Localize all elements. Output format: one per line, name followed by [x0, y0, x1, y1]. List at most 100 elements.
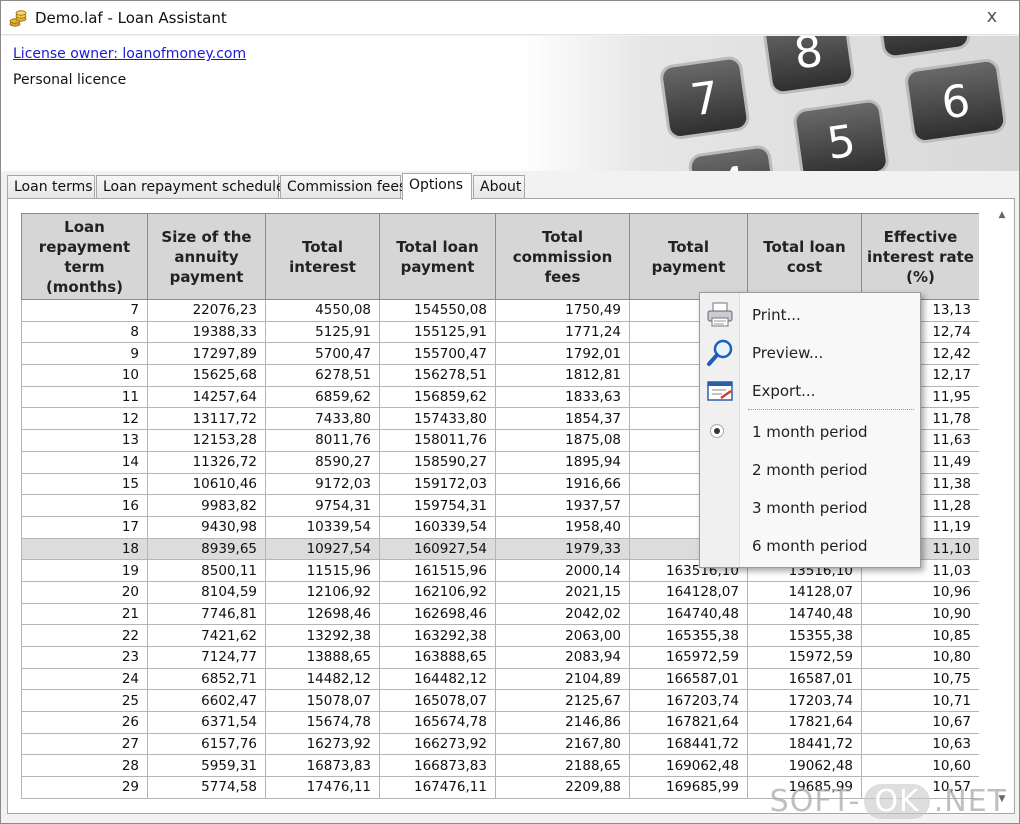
table-cell: 6371,54 — [147, 711, 266, 734]
menu-item-6-month-period[interactable]: 6 month period — [700, 528, 920, 564]
table-row[interactable]: 20 8104,59 12106,92 162106,92 2021,15 164128,… — [21, 580, 979, 604]
table-cell: 14257,64 — [147, 385, 266, 409]
table-cell: 2209,88 — [495, 776, 630, 799]
table-cell: 8590,27 — [265, 450, 380, 474]
table-cell: 18 — [21, 537, 148, 561]
table-row[interactable]: 26 6371,54 15674,78 165674,78 2146,86 167821,… — [21, 711, 979, 734]
tab-loan-terms[interactable]: Loan terms — [7, 175, 95, 199]
tab-about[interactable]: About — [473, 175, 525, 199]
table-cell: 156278,51 — [379, 364, 496, 387]
table-cell: 9172,03 — [265, 472, 380, 496]
table-cell: 19 — [21, 559, 148, 582]
table-cell: 22076,23 — [147, 299, 266, 322]
menu-item-3-month-period[interactable]: 3 month period — [700, 490, 920, 526]
column-header[interactable]: Total payment — [629, 213, 748, 300]
table-row[interactable]: 24 6852,71 14482,12 164482,12 2104,89 166587,… — [21, 667, 979, 691]
table-cell: 158011,76 — [379, 429, 496, 452]
column-header[interactable]: Total interest — [265, 213, 380, 300]
table-cell: 12153,28 — [147, 429, 266, 452]
table-row[interactable]: 25 6602,47 15078,07 165078,07 2125,67 167203,… — [21, 689, 979, 713]
tab-label: About — [480, 179, 522, 195]
license-owner-link[interactable]: License owner: loanofmoney.com — [13, 46, 246, 62]
table-cell: 15674,78 — [265, 711, 380, 734]
tab-label: Loan terms — [14, 179, 93, 195]
table-cell: 169062,48 — [629, 754, 748, 778]
column-header[interactable]: Total commission fees — [495, 213, 630, 300]
table-cell: 7746,81 — [147, 602, 266, 626]
table-row[interactable]: 27 6157,76 16273,92 166273,92 2167,80 168441,… — [21, 732, 979, 756]
table-cell: 17476,11 — [265, 776, 380, 799]
menu-item-print[interactable]: Print... — [700, 297, 920, 333]
calc-key: 8 — [791, 36, 826, 80]
table-cell: 10,75 — [861, 667, 979, 691]
menu-item-label: Export... — [752, 382, 816, 400]
coins-icon — [9, 10, 27, 27]
table-cell: 10339,54 — [265, 515, 380, 539]
table-cell: 161515,96 — [379, 559, 496, 582]
table-row[interactable]: 28 5959,31 16873,83 166873,83 2188,65 169062,… — [21, 754, 979, 778]
license-type-label: Personal licence — [13, 72, 127, 88]
table-cell: 9 — [21, 342, 148, 366]
menu-item-label: Preview... — [752, 344, 824, 362]
tab-loan-repayment-schedule[interactable]: Loan repayment schedule — [96, 175, 285, 199]
table-cell: 163292,38 — [379, 624, 496, 647]
window-title: Demo.laf - Loan Assistant — [35, 9, 227, 27]
menu-item-label: 1 month period — [752, 423, 868, 441]
table-row[interactable]: 22 7421,62 13292,38 163292,38 2063,00 165355,… — [21, 624, 979, 647]
table-cell: 10927,54 — [265, 537, 380, 561]
table-cell: 1958,40 — [495, 515, 630, 539]
table-cell: 17 — [21, 515, 148, 539]
table-cell: 16273,92 — [265, 732, 380, 756]
title-bar[interactable]: Demo.laf - Loan Assistant x — [1, 1, 1019, 35]
close-button[interactable]: x — [977, 3, 1007, 31]
vertical-scrollbar[interactable]: ▲ ▼ — [994, 207, 1010, 807]
tab-commission-fees[interactable]: Commission fees — [280, 175, 406, 199]
table-cell: 8 — [21, 320, 148, 344]
table-cell: 17821,64 — [747, 711, 862, 734]
table-cell: 13292,38 — [265, 624, 380, 647]
column-header[interactable]: Total loan payment — [379, 213, 496, 300]
column-header[interactable]: Loan repayment term (months) — [21, 213, 148, 300]
tab-label: Options — [409, 177, 464, 193]
table-cell: 10,90 — [861, 602, 979, 626]
menu-item-preview[interactable]: Preview... — [700, 335, 920, 371]
table-cell: 15355,38 — [747, 624, 862, 647]
table-cell: 159754,31 — [379, 494, 496, 517]
table-cell: 2063,00 — [495, 624, 630, 647]
table-cell: 155700,47 — [379, 342, 496, 366]
table-cell: 154550,08 — [379, 299, 496, 322]
table-cell: 26 — [21, 711, 148, 734]
column-header[interactable]: Effective interest rate (%) — [861, 213, 979, 300]
table-cell: 164482,12 — [379, 667, 496, 691]
table-cell: 4550,08 — [265, 299, 380, 322]
table-cell: 10,80 — [861, 646, 979, 669]
table-cell: 2000,14 — [495, 559, 630, 582]
menu-item-1-month-period[interactable]: 1 month period — [700, 414, 920, 450]
table-cell: 165674,78 — [379, 711, 496, 734]
table-cell: 15625,68 — [147, 364, 266, 387]
column-header[interactable]: Size of the annuity payment — [147, 213, 266, 300]
watermark-badge: OK — [864, 784, 930, 819]
menu-item-export[interactable]: Export... — [700, 373, 920, 409]
table-row[interactable]: 21 7746,81 12698,46 162698,46 2042,02 164740,… — [21, 602, 979, 626]
table-cell: 28 — [21, 754, 148, 778]
table-cell: 166873,83 — [379, 754, 496, 778]
table-cell: 11 — [21, 385, 148, 409]
table-cell: 19062,48 — [747, 754, 862, 778]
table-cell: 160339,54 — [379, 515, 496, 539]
table-cell: 2021,15 — [495, 580, 630, 604]
table-cell: 1895,94 — [495, 450, 630, 474]
table-cell: 6157,76 — [147, 732, 266, 756]
column-header[interactable]: Total loan cost — [747, 213, 862, 300]
table-cell: 25 — [21, 689, 148, 713]
table-cell: 164128,07 — [629, 580, 748, 604]
table-cell: 2104,89 — [495, 667, 630, 691]
scroll-up-arrow-icon[interactable]: ▲ — [994, 207, 1010, 223]
table-cell: 2042,02 — [495, 602, 630, 626]
table-cell: 9754,31 — [265, 494, 380, 517]
close-icon: x — [986, 6, 998, 27]
menu-item-2-month-period[interactable]: 2 month period — [700, 452, 920, 488]
menu-separator — [748, 409, 914, 410]
table-row[interactable]: 23 7124,77 13888,65 163888,65 2083,94 165972,… — [21, 646, 979, 669]
tab-options[interactable]: Options — [402, 173, 472, 200]
